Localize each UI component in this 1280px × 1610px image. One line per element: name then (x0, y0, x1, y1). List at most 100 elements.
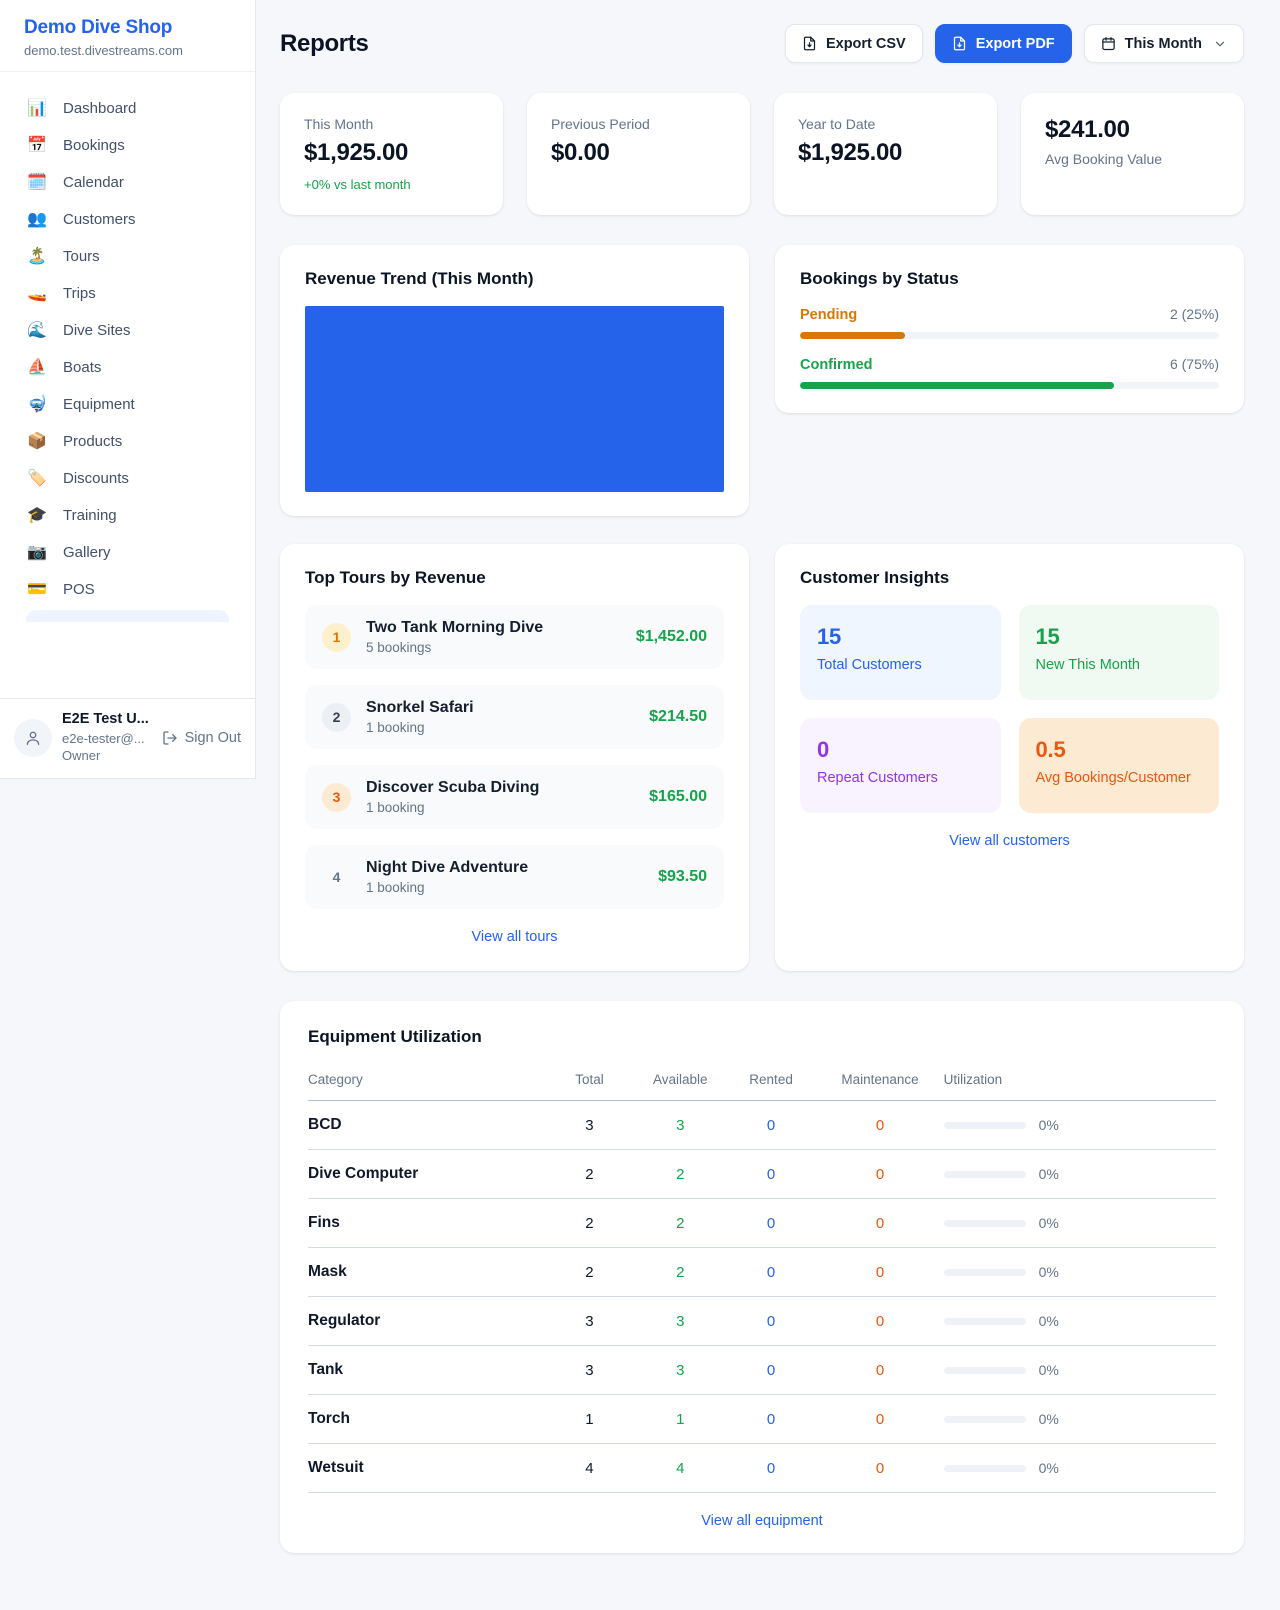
sign-out-label: Sign Out (185, 730, 241, 746)
tour-row: 2 Snorkel Safari 1 booking $214.50 (305, 685, 724, 749)
view-all-equipment-link[interactable]: View all equipment (701, 1513, 822, 1529)
equipment-category: Wetsuit (308, 1444, 544, 1493)
user-role: Owner (62, 747, 152, 765)
sign-out-button[interactable]: Sign Out (162, 730, 241, 746)
person-icon (24, 729, 42, 747)
insight-label: Repeat Customers (817, 770, 984, 786)
sidebar-item-label: Trips (63, 285, 96, 302)
equipment-rented: 0 (726, 1444, 817, 1493)
tour-amount: $1,452.00 (636, 628, 707, 646)
sidebar-item-icon: 🗓️ (26, 175, 48, 191)
sidebar-item[interactable]: 🌊 Dive Sites (16, 312, 239, 349)
main-content: Reports Export CSV Export PDF This Month… (256, 0, 1280, 1610)
equipment-row: Regulator 3 3 0 0 0% (308, 1297, 1216, 1346)
stat-card-year-to-date: Year to Date $1,925.00 (774, 93, 997, 215)
sidebar-item[interactable]: 💳 POS (16, 571, 239, 608)
sidebar-item[interactable]: 🎓 Training (16, 497, 239, 534)
sidebar-item-icon: 📊 (26, 101, 48, 117)
sidebar-item[interactable]: ⛵ Boats (16, 349, 239, 386)
equipment-maintenance: 0 (816, 1395, 943, 1444)
utilization-track (944, 1220, 1026, 1227)
utilization-cell: 0% (944, 1117, 1216, 1133)
period-select[interactable]: This Month (1084, 24, 1244, 63)
shop-name: Demo Dive Shop (24, 17, 231, 39)
header-actions: Export CSV Export PDF This Month (785, 24, 1244, 63)
utilization-cell: 0% (944, 1215, 1216, 1231)
insight-tile: 15 Total Customers (800, 605, 1001, 700)
utilization-percent: 0% (1039, 1264, 1059, 1280)
insight-tile: 0.5 Avg Bookings/Customer (1019, 718, 1220, 813)
sidebar-item[interactable]: 🤿 Equipment (16, 386, 239, 423)
sidebar-item-icon: 🏝️ (26, 249, 48, 265)
tour-row: 4 Night Dive Adventure 1 booking $93.50 (305, 845, 724, 909)
calendar-icon (1101, 36, 1116, 51)
equipment-maintenance: 0 (816, 1297, 943, 1346)
insight-value: 15 (1036, 624, 1203, 650)
sidebar-item-label: Training (63, 507, 117, 524)
sidebar-item-icon: 📷 (26, 545, 48, 561)
equipment-maintenance: 0 (816, 1444, 943, 1493)
sidebar-item[interactable]: 📊 Dashboard (16, 90, 239, 127)
sidebar-item-icon: 📅 (26, 138, 48, 154)
customer-insights-card: Customer Insights 15 Total Customers 15 … (775, 544, 1244, 971)
sidebar-item[interactable]: 🗓️ Calendar (16, 164, 239, 201)
export-csv-button[interactable]: Export CSV (785, 24, 923, 63)
sidebar-item[interactable]: 📦 Products (16, 423, 239, 460)
bookings-status-title: Bookings by Status (800, 269, 1219, 289)
sidebar-item[interactable]: 👥 Customers (16, 201, 239, 238)
tour-bookings: 1 booking (366, 720, 634, 735)
sidebar-item[interactable]: 📷 Gallery (16, 534, 239, 571)
sidebar-item[interactable]: 🏝️ Tours (16, 238, 239, 275)
utilization-track (944, 1171, 1026, 1178)
tour-name: Two Tank Morning Dive (366, 619, 621, 637)
view-all-customers-link[interactable]: View all customers (949, 833, 1070, 849)
utilization-cell: 0% (944, 1264, 1216, 1280)
sidebar-item[interactable]: 🚤 Trips (16, 275, 239, 312)
equipment-category: Torch (308, 1395, 544, 1444)
stat-value: $1,925.00 (798, 139, 973, 167)
equipment-utilization-title: Equipment Utilization (308, 1027, 1216, 1047)
status-row: Confirmed 6 (75%) (800, 356, 1219, 389)
sidebar-item-icon: 🎓 (26, 508, 48, 524)
status-label: Pending (800, 307, 857, 323)
insight-label: New This Month (1036, 657, 1203, 673)
utilization-cell: 0% (944, 1411, 1216, 1427)
status-label: Confirmed (800, 357, 873, 373)
brand-header: Demo Dive Shop demo.test.divestreams.com (0, 0, 255, 72)
user-meta: E2E Test U... e2e-tester@... Owner (62, 710, 152, 765)
chevron-down-icon (1213, 37, 1227, 51)
equipment-maintenance: 0 (816, 1199, 943, 1248)
stat-label: This Month (304, 116, 479, 132)
col-maintenance: Maintenance (816, 1063, 943, 1101)
sidebar-item-icon: ⛵ (26, 360, 48, 376)
insight-label: Avg Bookings/Customer (1036, 770, 1203, 786)
equipment-available: 3 (635, 1297, 726, 1346)
sidebar-item-label: Boats (63, 359, 101, 376)
view-all-tours-link[interactable]: View all tours (472, 929, 558, 945)
col-total: Total (544, 1063, 635, 1101)
sidebar-item-icon: 🤿 (26, 397, 48, 413)
sidebar-column: Demo Dive Shop demo.test.divestreams.com… (0, 0, 256, 1610)
utilization-cell: 0% (944, 1362, 1216, 1378)
stat-label: Year to Date (798, 116, 973, 132)
utilization-cell: 0% (944, 1460, 1216, 1476)
equipment-row: Wetsuit 4 4 0 0 0% (308, 1444, 1216, 1493)
export-pdf-button[interactable]: Export PDF (935, 24, 1072, 63)
insight-value: 0.5 (1036, 737, 1203, 763)
utilization-percent: 0% (1039, 1411, 1059, 1427)
equipment-row: Fins 2 2 0 0 0% (308, 1199, 1216, 1248)
tour-row: 3 Discover Scuba Diving 1 booking $165.0… (305, 765, 724, 829)
sidebar-item-reports-partial[interactable] (26, 610, 229, 622)
status-count: 6 (75%) (1170, 356, 1219, 372)
sidebar-item-label: Discounts (63, 470, 129, 487)
sidebar-item[interactable]: 🏷️ Discounts (16, 460, 239, 497)
stat-delta: +0% vs last month (304, 177, 479, 192)
sidebar-item-icon: 📦 (26, 434, 48, 450)
sidebar-item[interactable]: 📅 Bookings (16, 127, 239, 164)
equipment-category: BCD (308, 1101, 544, 1150)
sidebar-item-label: POS (63, 581, 95, 598)
status-row: Pending 2 (25%) (800, 306, 1219, 339)
equipment-available: 2 (635, 1248, 726, 1297)
rank-badge: 1 (322, 623, 351, 652)
utilization-percent: 0% (1039, 1166, 1059, 1182)
